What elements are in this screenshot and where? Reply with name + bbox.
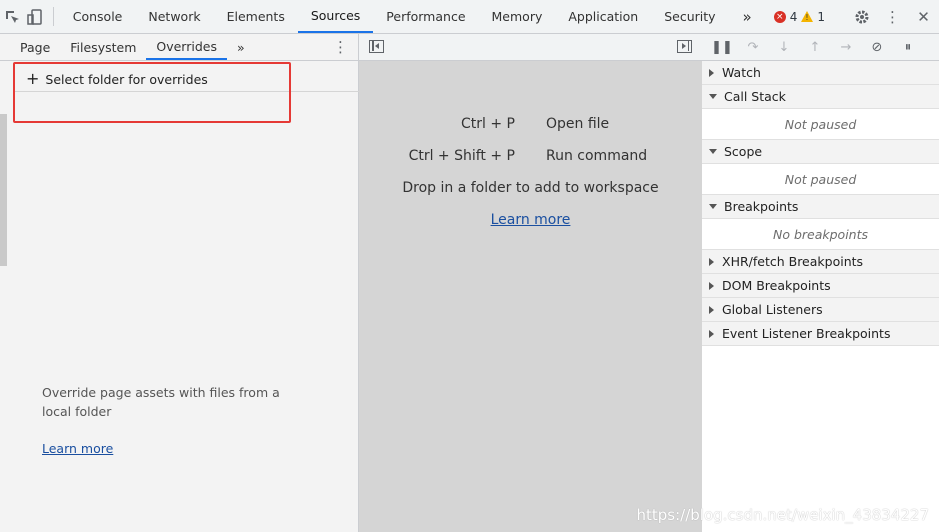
collapse-arrow-icon	[709, 204, 717, 209]
section-scope[interactable]: Scope	[702, 140, 939, 164]
shortcut-desc-run-command: Run command	[546, 148, 648, 164]
expand-arrow-icon	[709, 329, 714, 338]
section-event-listener-breakpoints[interactable]: Event Listener Breakpoints	[702, 322, 939, 346]
section-label: Breakpoints	[724, 199, 799, 214]
tab-memory[interactable]: Memory	[479, 0, 556, 33]
section-label: Event Listener Breakpoints	[722, 326, 891, 341]
tab-performance[interactable]: Performance	[373, 0, 478, 33]
watermark: https://blog.csdn.net/weixin_43834227	[636, 506, 929, 524]
expand-arrow-icon	[709, 305, 714, 314]
breakpoints-empty: No breakpoints	[702, 219, 939, 250]
tab-page[interactable]: Page	[0, 34, 60, 60]
drop-folder-hint: Drop in a folder to add to workspace	[402, 180, 659, 196]
collapse-arrow-icon	[709, 149, 717, 154]
more-tabs-icon[interactable]: »	[729, 0, 766, 33]
toggle-debugger-icon[interactable]	[677, 40, 692, 53]
toggle-navigator-icon[interactable]	[369, 40, 384, 53]
tab-sources[interactable]: Sources	[297, 0, 374, 33]
step-into-icon[interactable]: ↓	[770, 40, 798, 55]
section-label: Scope	[724, 144, 763, 159]
warning-icon: !	[801, 11, 814, 22]
expand-arrow-icon	[709, 257, 714, 266]
collapse-arrow-icon	[709, 94, 717, 99]
navigator-tabs: Page Filesystem Overrides » ⋮	[0, 34, 358, 61]
overrides-learn-more-link[interactable]: Learn more	[42, 441, 113, 456]
deactivate-breakpoints-icon[interactable]: ⊘	[863, 40, 891, 55]
scrollbar[interactable]	[0, 114, 7, 266]
section-xhr-breakpoints[interactable]: XHR/fetch Breakpoints	[702, 250, 939, 274]
scope-empty: Not paused	[702, 164, 939, 195]
section-label: XHR/fetch Breakpoints	[722, 254, 864, 269]
workspace-learn-more-link[interactable]: Learn more	[359, 212, 702, 228]
device-toggle-icon[interactable]	[23, 0, 46, 33]
expand-arrow-icon	[709, 68, 714, 77]
inspect-element-icon[interactable]	[0, 0, 23, 33]
section-label: Watch	[722, 65, 761, 80]
tab-security[interactable]: Security	[651, 0, 728, 33]
issue-counters[interactable]: × 4 ! 1	[766, 0, 833, 33]
editor-toolbar	[359, 34, 702, 61]
error-count: 4	[789, 9, 798, 24]
section-dom-breakpoints[interactable]: DOM Breakpoints	[702, 274, 939, 298]
more-navigator-tabs-icon[interactable]: »	[227, 34, 255, 60]
tab-network[interactable]: Network	[135, 0, 213, 33]
section-watch[interactable]: Watch	[702, 61, 939, 85]
close-icon[interactable]: ✕	[908, 8, 939, 26]
pause-icon[interactable]: ❚❚	[708, 40, 736, 55]
pause-on-exceptions-icon[interactable]: ⏸	[894, 40, 922, 55]
call-stack-empty: Not paused	[702, 109, 939, 140]
debugger-panel: ❚❚ ↷ ↓ ↑ → ⊘ ⏸ Watch Call Stack Not paus…	[702, 34, 939, 532]
tab-elements[interactable]: Elements	[214, 0, 298, 33]
debugger-toolbar: ❚❚ ↷ ↓ ↑ → ⊘ ⏸	[702, 34, 939, 61]
annotation-highlight-box	[13, 62, 291, 123]
step-over-icon[interactable]: ↷	[739, 40, 767, 55]
tab-filesystem[interactable]: Filesystem	[60, 34, 146, 60]
warning-count: 1	[817, 9, 826, 24]
gear-icon[interactable]	[846, 9, 877, 25]
tab-overrides[interactable]: Overrides	[146, 34, 227, 60]
kebab-icon[interactable]: ⋮	[877, 8, 908, 26]
toolbar-divider	[52, 7, 54, 26]
tab-console[interactable]: Console	[60, 0, 136, 33]
shortcut-keys-run-command: Ctrl + Shift + P	[408, 148, 515, 164]
step-icon[interactable]: →	[832, 40, 860, 55]
step-out-icon[interactable]: ↑	[801, 40, 829, 55]
overrides-message: Override page assets with files from a l…	[42, 385, 280, 419]
section-label: DOM Breakpoints	[722, 278, 831, 293]
section-global-listeners[interactable]: Global Listeners	[702, 298, 939, 322]
error-icon: ×	[773, 10, 786, 23]
navigator-menu-icon[interactable]: ⋮	[333, 38, 348, 56]
section-label: Global Listeners	[722, 302, 823, 317]
tab-application[interactable]: Application	[555, 0, 651, 33]
shortcut-desc-open-file: Open file	[546, 116, 610, 132]
section-call-stack[interactable]: Call Stack	[702, 85, 939, 109]
devtools-toolbar: Console Network Elements Sources Perform…	[0, 0, 939, 34]
section-label: Call Stack	[724, 89, 786, 104]
expand-arrow-icon	[709, 281, 714, 290]
editor-panel: Ctrl + P Open file Ctrl + Shift + P Run …	[359, 34, 702, 532]
shortcut-keys-open-file: Ctrl + P	[461, 116, 515, 132]
navigator-panel: Page Filesystem Overrides » ⋮ + Select f…	[0, 34, 359, 532]
section-breakpoints[interactable]: Breakpoints	[702, 195, 939, 219]
